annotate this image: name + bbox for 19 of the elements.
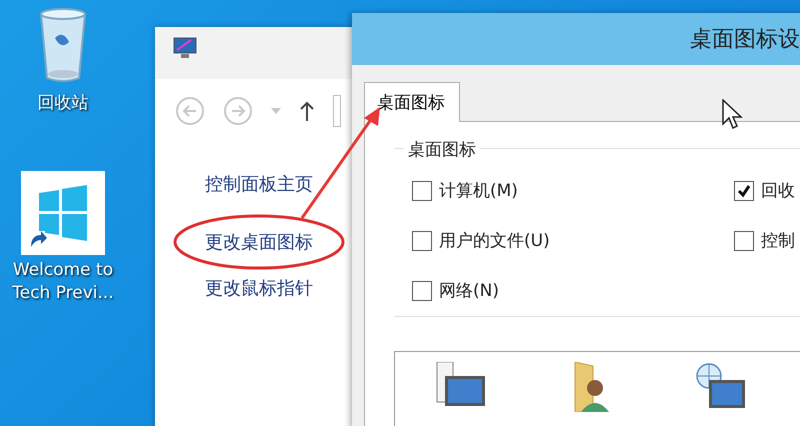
checkbox[interactable] bbox=[734, 180, 754, 200]
checkbox-label: 控制 bbox=[761, 230, 795, 252]
checkbox[interactable] bbox=[734, 230, 754, 250]
checkbox[interactable] bbox=[412, 280, 432, 300]
checkbox-label: 回收 bbox=[761, 180, 795, 202]
checkbox-label: 网络(N) bbox=[439, 280, 499, 302]
monitor-icon bbox=[173, 37, 197, 59]
desktop-icon-label: 回收站 bbox=[36, 92, 90, 115]
up-arrow-icon[interactable] bbox=[299, 101, 315, 121]
address-field[interactable] bbox=[333, 95, 341, 127]
window-title: 桌面图标设 bbox=[690, 26, 800, 54]
sidebar-link[interactable]: 控制面板主页 bbox=[205, 174, 313, 195]
sidebar-link[interactable]: 更改鼠标指针 bbox=[205, 278, 313, 299]
checkbox[interactable] bbox=[412, 230, 432, 250]
tab[interactable]: 桌面图标 bbox=[364, 82, 460, 122]
checkbox[interactable] bbox=[412, 180, 432, 200]
checkbox-label: 用户的文件(U) bbox=[439, 230, 550, 252]
checkbox-label: 计算机(M) bbox=[439, 180, 518, 202]
desktop-icon-label: Welcome to Tech Previ... bbox=[11, 258, 115, 305]
